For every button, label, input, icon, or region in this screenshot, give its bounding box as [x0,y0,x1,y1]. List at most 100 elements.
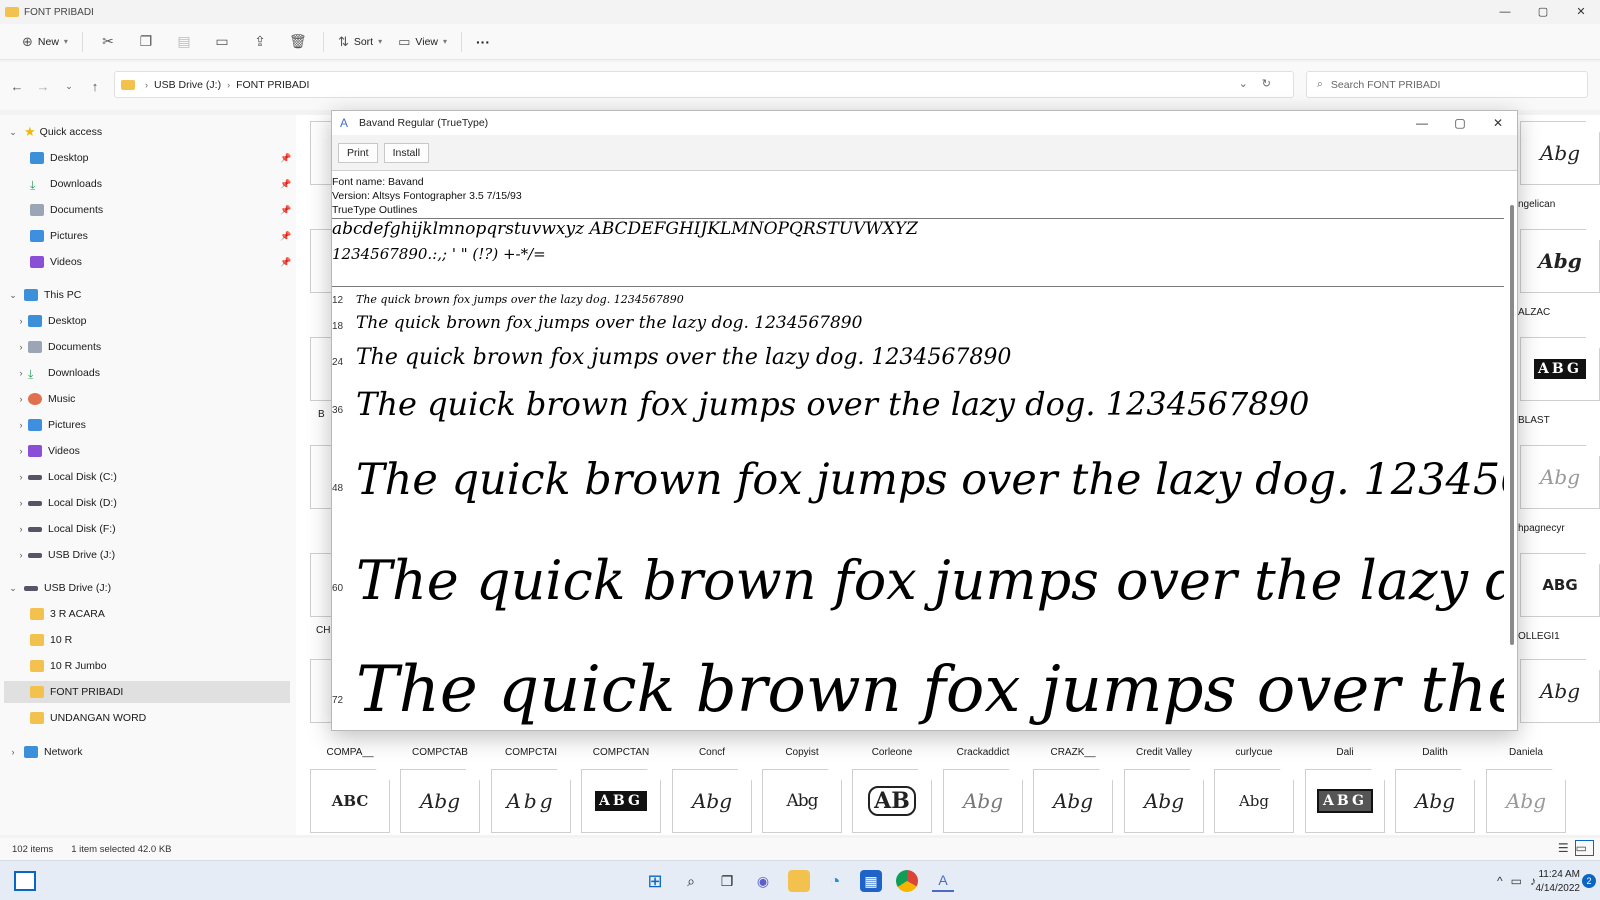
up-arrow-icon[interactable]: ↑ [82,79,108,94]
nav-qa-documents[interactable]: Documents 📌 [30,199,291,221]
nav-usb-drive[interactable]: ⌄ USB Drive (J:) [6,577,111,599]
maximize-button[interactable]: ▢ [1524,0,1562,24]
chevron-down-icon[interactable]: ⌄ [1239,78,1262,90]
font-file-tile[interactable]: Abg [400,769,480,833]
nav-qa-pictures[interactable]: Pictures 📌 [30,225,291,247]
font-file-tile[interactable]: ABG [1520,337,1600,401]
font-file-tile[interactable]: ABC [310,769,390,833]
chevron-right-icon[interactable]: › [14,316,28,326]
start-icon[interactable]: ⊞ [644,870,666,892]
font-file-tile[interactable]: Abg [491,769,571,833]
nav-qa-desktop[interactable]: Desktop 📌 [30,147,291,169]
nav-pc-videos[interactable]: › Videos [14,440,80,462]
vertical-scrollbar[interactable] [1507,175,1515,730]
nav-this-pc[interactable]: ⌄ This PC [6,284,81,306]
nav-pc-desktop[interactable]: › Desktop [14,310,87,332]
search-icon[interactable]: ⌕ [680,870,702,892]
forward-arrow-icon[interactable]: → [30,79,56,94]
file-explorer-icon[interactable] [788,870,810,892]
details-view-icon[interactable]: ☰ [1558,841,1575,855]
font-file-tile[interactable]: Abg [1124,769,1204,833]
nav-pc-pictures[interactable]: › Pictures [14,414,86,436]
chevron-right-icon[interactable]: › [14,524,28,534]
font-file-tile[interactable]: ABG [1305,769,1385,833]
chevron-right-icon[interactable]: › [14,550,28,560]
nav-folder-undangan-word[interactable]: UNDANGAN WORD [30,707,146,729]
font-file-tile[interactable]: Abg [1520,445,1600,509]
close-button[interactable]: ✕ [1562,0,1600,24]
cut-icon[interactable]: ✂ [89,33,127,50]
font-file-tile[interactable]: Abg [1033,769,1113,833]
maximize-button[interactable]: ▢ [1441,111,1479,135]
recent-chevron-icon[interactable]: ⌄ [56,81,82,92]
font-file-tile[interactable]: AB [852,769,932,833]
chevron-right-icon[interactable]: › [14,342,28,352]
chevron-down-icon[interactable]: ⌄ [6,127,20,138]
breadcrumb-font-pribadi[interactable]: FONT PRIBADI [236,79,309,91]
widgets-icon[interactable] [14,871,36,891]
nav-pc-local-d[interactable]: › Local Disk (D:) [14,492,117,514]
scrollbar-thumb[interactable] [1510,205,1514,645]
pin-icon[interactable]: 📌 [280,257,291,268]
font-file-tile[interactable]: Abg [1486,769,1566,833]
back-arrow-icon[interactable]: ← [4,79,30,94]
more-options-button[interactable]: ··· [468,28,498,56]
new-button[interactable]: ⊕ New ▾ [14,28,76,56]
close-button[interactable]: ✕ [1479,111,1517,135]
task-view-icon[interactable]: ❐ [716,870,738,892]
breadcrumb-usb[interactable]: USB Drive (J:) [154,79,221,91]
display-icon[interactable]: ▭ [1511,874,1530,888]
store-icon[interactable]: ▦ [860,870,882,892]
paste-icon[interactable]: ▤ [165,33,203,50]
font-file-tile[interactable]: Abg [1520,229,1600,293]
nav-pc-documents[interactable]: › Documents [14,336,101,358]
delete-icon[interactable]: 🗑 [279,33,317,50]
nav-network[interactable]: › Network [6,741,83,763]
nav-qa-downloads[interactable]: ⤓ Downloads 📌 [30,173,291,195]
nav-pc-local-f[interactable]: › Local Disk (F:) [14,518,116,540]
font-file-tile[interactable]: Abg [1520,659,1600,723]
tiles-view-icon[interactable]: ▭ [1574,840,1594,856]
nav-pc-music[interactable]: › Music [14,388,75,410]
chevron-right-icon[interactable]: › [14,498,28,508]
minimize-button[interactable]: — [1486,0,1524,24]
font-file-tile[interactable]: Abg [1395,769,1475,833]
font-file-tile[interactable]: Abg [1214,769,1294,833]
share-icon[interactable]: ⇪ [241,33,279,50]
view-button[interactable]: ▭ View ▾ [390,28,455,56]
install-button[interactable]: Install [383,142,430,163]
font-file-tile[interactable]: Abg [762,769,842,833]
clock[interactable]: 11:24 AM 4/14/2022 [1536,868,1581,896]
chevron-right-icon[interactable]: › [14,368,28,378]
address-bar[interactable]: › USB Drive (J:) › FONT PRIBADI ⌄↻ [114,71,1294,98]
chevron-up-icon[interactable]: ^ [1497,874,1511,888]
copy-icon[interactable]: ❐ [127,33,165,50]
font-file-tile[interactable]: ABG [1520,553,1600,617]
chevron-right-icon[interactable]: › [14,446,28,456]
nav-qa-videos[interactable]: Videos 📌 [30,251,291,273]
rename-icon[interactable]: ▭ [203,33,241,50]
chevron-down-icon[interactable]: ⌄ [6,583,20,594]
pin-icon[interactable]: 📌 [280,153,291,164]
notification-badge[interactable]: 2 [1582,874,1596,888]
nav-quick-access[interactable]: ⌄ ★ Quick access [6,121,102,143]
font-file-tile[interactable]: Abg [672,769,752,833]
refresh-icon[interactable]: ↻ [1262,78,1285,90]
chevron-down-icon[interactable]: ⌄ [6,290,20,301]
edge-icon[interactable]: ◔ [824,870,846,892]
font-viewer-icon[interactable]: A [932,870,954,892]
print-button[interactable]: Print [338,142,378,163]
minimize-button[interactable]: — [1403,111,1441,135]
font-file-tile[interactable]: ABG [581,769,661,833]
chevron-right-icon[interactable]: › [14,394,28,404]
nav-pc-downloads[interactable]: › ⤓ Downloads [14,362,100,384]
search-input[interactable]: ⌕ Search FONT PRIBADI [1306,71,1588,98]
nav-pc-local-c[interactable]: › Local Disk (C:) [14,466,117,488]
nav-folder-font-pribadi[interactable]: FONT PRIBADI [4,681,290,703]
chevron-right-icon[interactable]: › [6,747,20,757]
pin-icon[interactable]: 📌 [280,205,291,216]
chrome-icon[interactable] [896,870,918,892]
sort-button[interactable]: ⇅ Sort ▾ [330,28,390,56]
chevron-right-icon[interactable]: › [14,472,28,482]
nav-pc-usb[interactable]: › USB Drive (J:) [14,544,116,566]
